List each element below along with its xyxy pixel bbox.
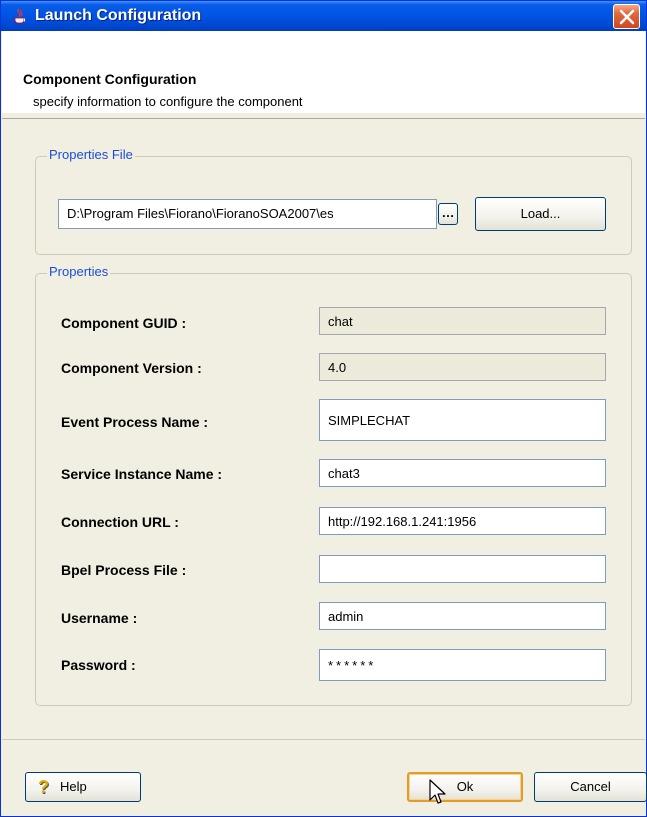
username-input[interactable]: admin: [319, 602, 606, 630]
service-instance-name-input[interactable]: chat3: [319, 459, 606, 487]
connection-url-label: Connection URL :: [61, 514, 179, 530]
password-label: Password :: [61, 657, 136, 673]
service-instance-name-label: Service Instance Name :: [61, 466, 223, 482]
component-version-field: 4.0: [319, 353, 606, 381]
header-subtitle: specify information to configure the com…: [33, 94, 303, 109]
connection-url-input[interactable]: http://192.168.1.241:1956: [319, 507, 606, 535]
window-title: Launch Configuration: [35, 7, 202, 24]
event-process-name-input[interactable]: SIMPLECHAT: [319, 399, 606, 441]
load-button[interactable]: Load...: [475, 197, 606, 231]
header-panel-top: [2, 31, 645, 61]
cancel-button-label: Cancel: [570, 779, 611, 794]
launch-configuration-dialog: Launch Configuration Component Configura…: [0, 0, 647, 817]
close-icon: [619, 9, 635, 25]
username-label: Username :: [61, 610, 138, 626]
header-divider: [2, 118, 645, 119]
browse-label: …: [441, 205, 455, 220]
button-bar-divider: [2, 739, 645, 740]
cancel-button[interactable]: Cancel: [534, 772, 647, 802]
properties-file-legend: Properties File: [47, 147, 135, 162]
properties-group: [35, 273, 632, 706]
mouse-cursor-icon: [429, 779, 446, 804]
properties-file-path-input[interactable]: D:\Program Files\Fiorano\FioranoSOA2007\…: [58, 199, 437, 229]
title-bar[interactable]: Launch Configuration: [1, 1, 646, 31]
help-button-label: Help: [60, 779, 87, 794]
header-title: Component Configuration: [23, 71, 197, 87]
browse-button[interactable]: …: [438, 203, 458, 225]
component-version-label: Component Version :: [61, 360, 202, 376]
password-input[interactable]: ******: [319, 649, 606, 681]
event-process-name-label: Event Process Name :: [61, 414, 209, 430]
component-guid-label: Component GUID :: [61, 315, 187, 331]
java-cup-icon: [11, 7, 29, 25]
help-question-icon: ?: [38, 777, 49, 797]
component-guid-field: chat: [319, 307, 606, 335]
bpel-process-file-input[interactable]: [319, 555, 606, 583]
close-button[interactable]: [613, 4, 640, 29]
bpel-process-file-label: Bpel Process File :: [61, 562, 187, 578]
load-button-label: Load...: [520, 206, 561, 221]
properties-legend: Properties: [47, 264, 111, 279]
ok-button-label: Ok: [456, 779, 474, 794]
ok-button[interactable]: Ok: [407, 772, 523, 802]
help-button[interactable]: ? Help: [25, 772, 141, 802]
